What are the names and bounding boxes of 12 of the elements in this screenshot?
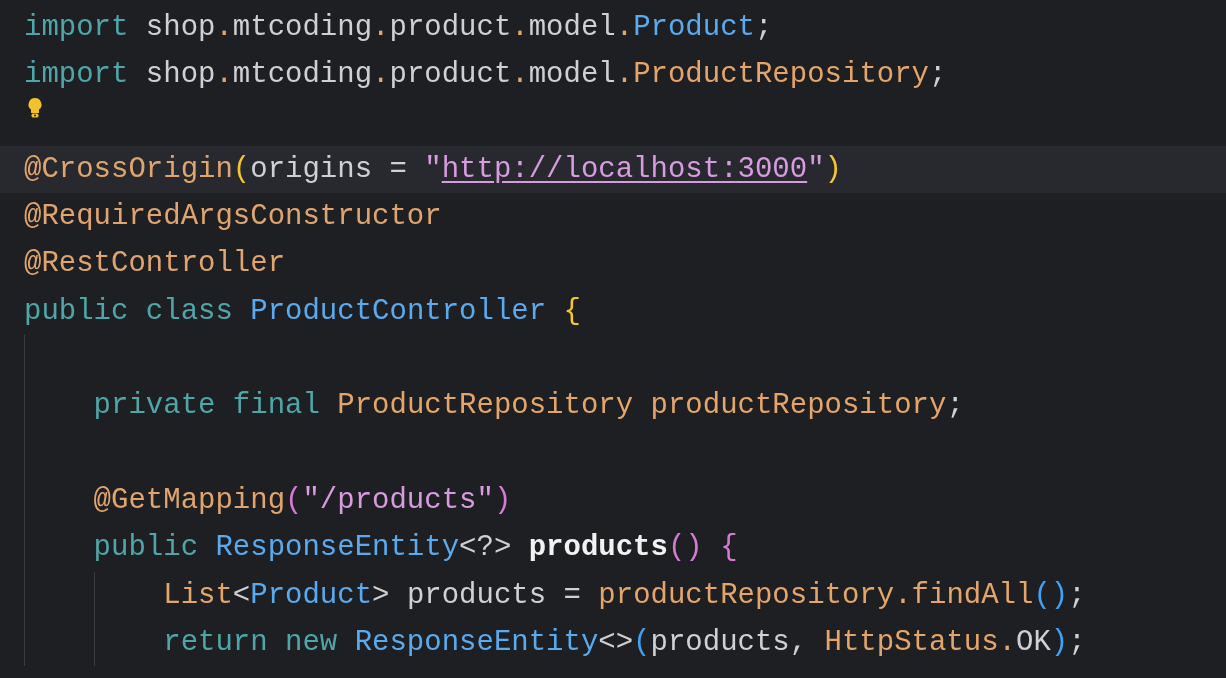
code-line: @RestController [24,246,286,283]
lightbulb-icon[interactable] [27,96,43,119]
code-line: return new ResponseEntity<>(products, HttpStatus.OK); [162,624,1086,661]
code-line: public ResponseEntity<?> products() { [92,530,738,567]
code-line: @GetMapping("/products") [92,482,512,519]
code-line: import shop.mtcoding.product.model.ProductRepository; [24,57,947,94]
code-line: import shop.mtcoding.product.model.Product; [24,10,773,46]
code-line: private final ProductRepository productRepository; [92,388,964,425]
code-line: public class ProductController { [24,293,581,330]
code-line: List<Product> products = productRepository.findAll(); [162,577,1086,614]
code-line: @RequiredArgsConstructor [24,199,442,236]
code-line: @CrossOrigin(origins = "http://localhost:3000") [24,151,842,188]
